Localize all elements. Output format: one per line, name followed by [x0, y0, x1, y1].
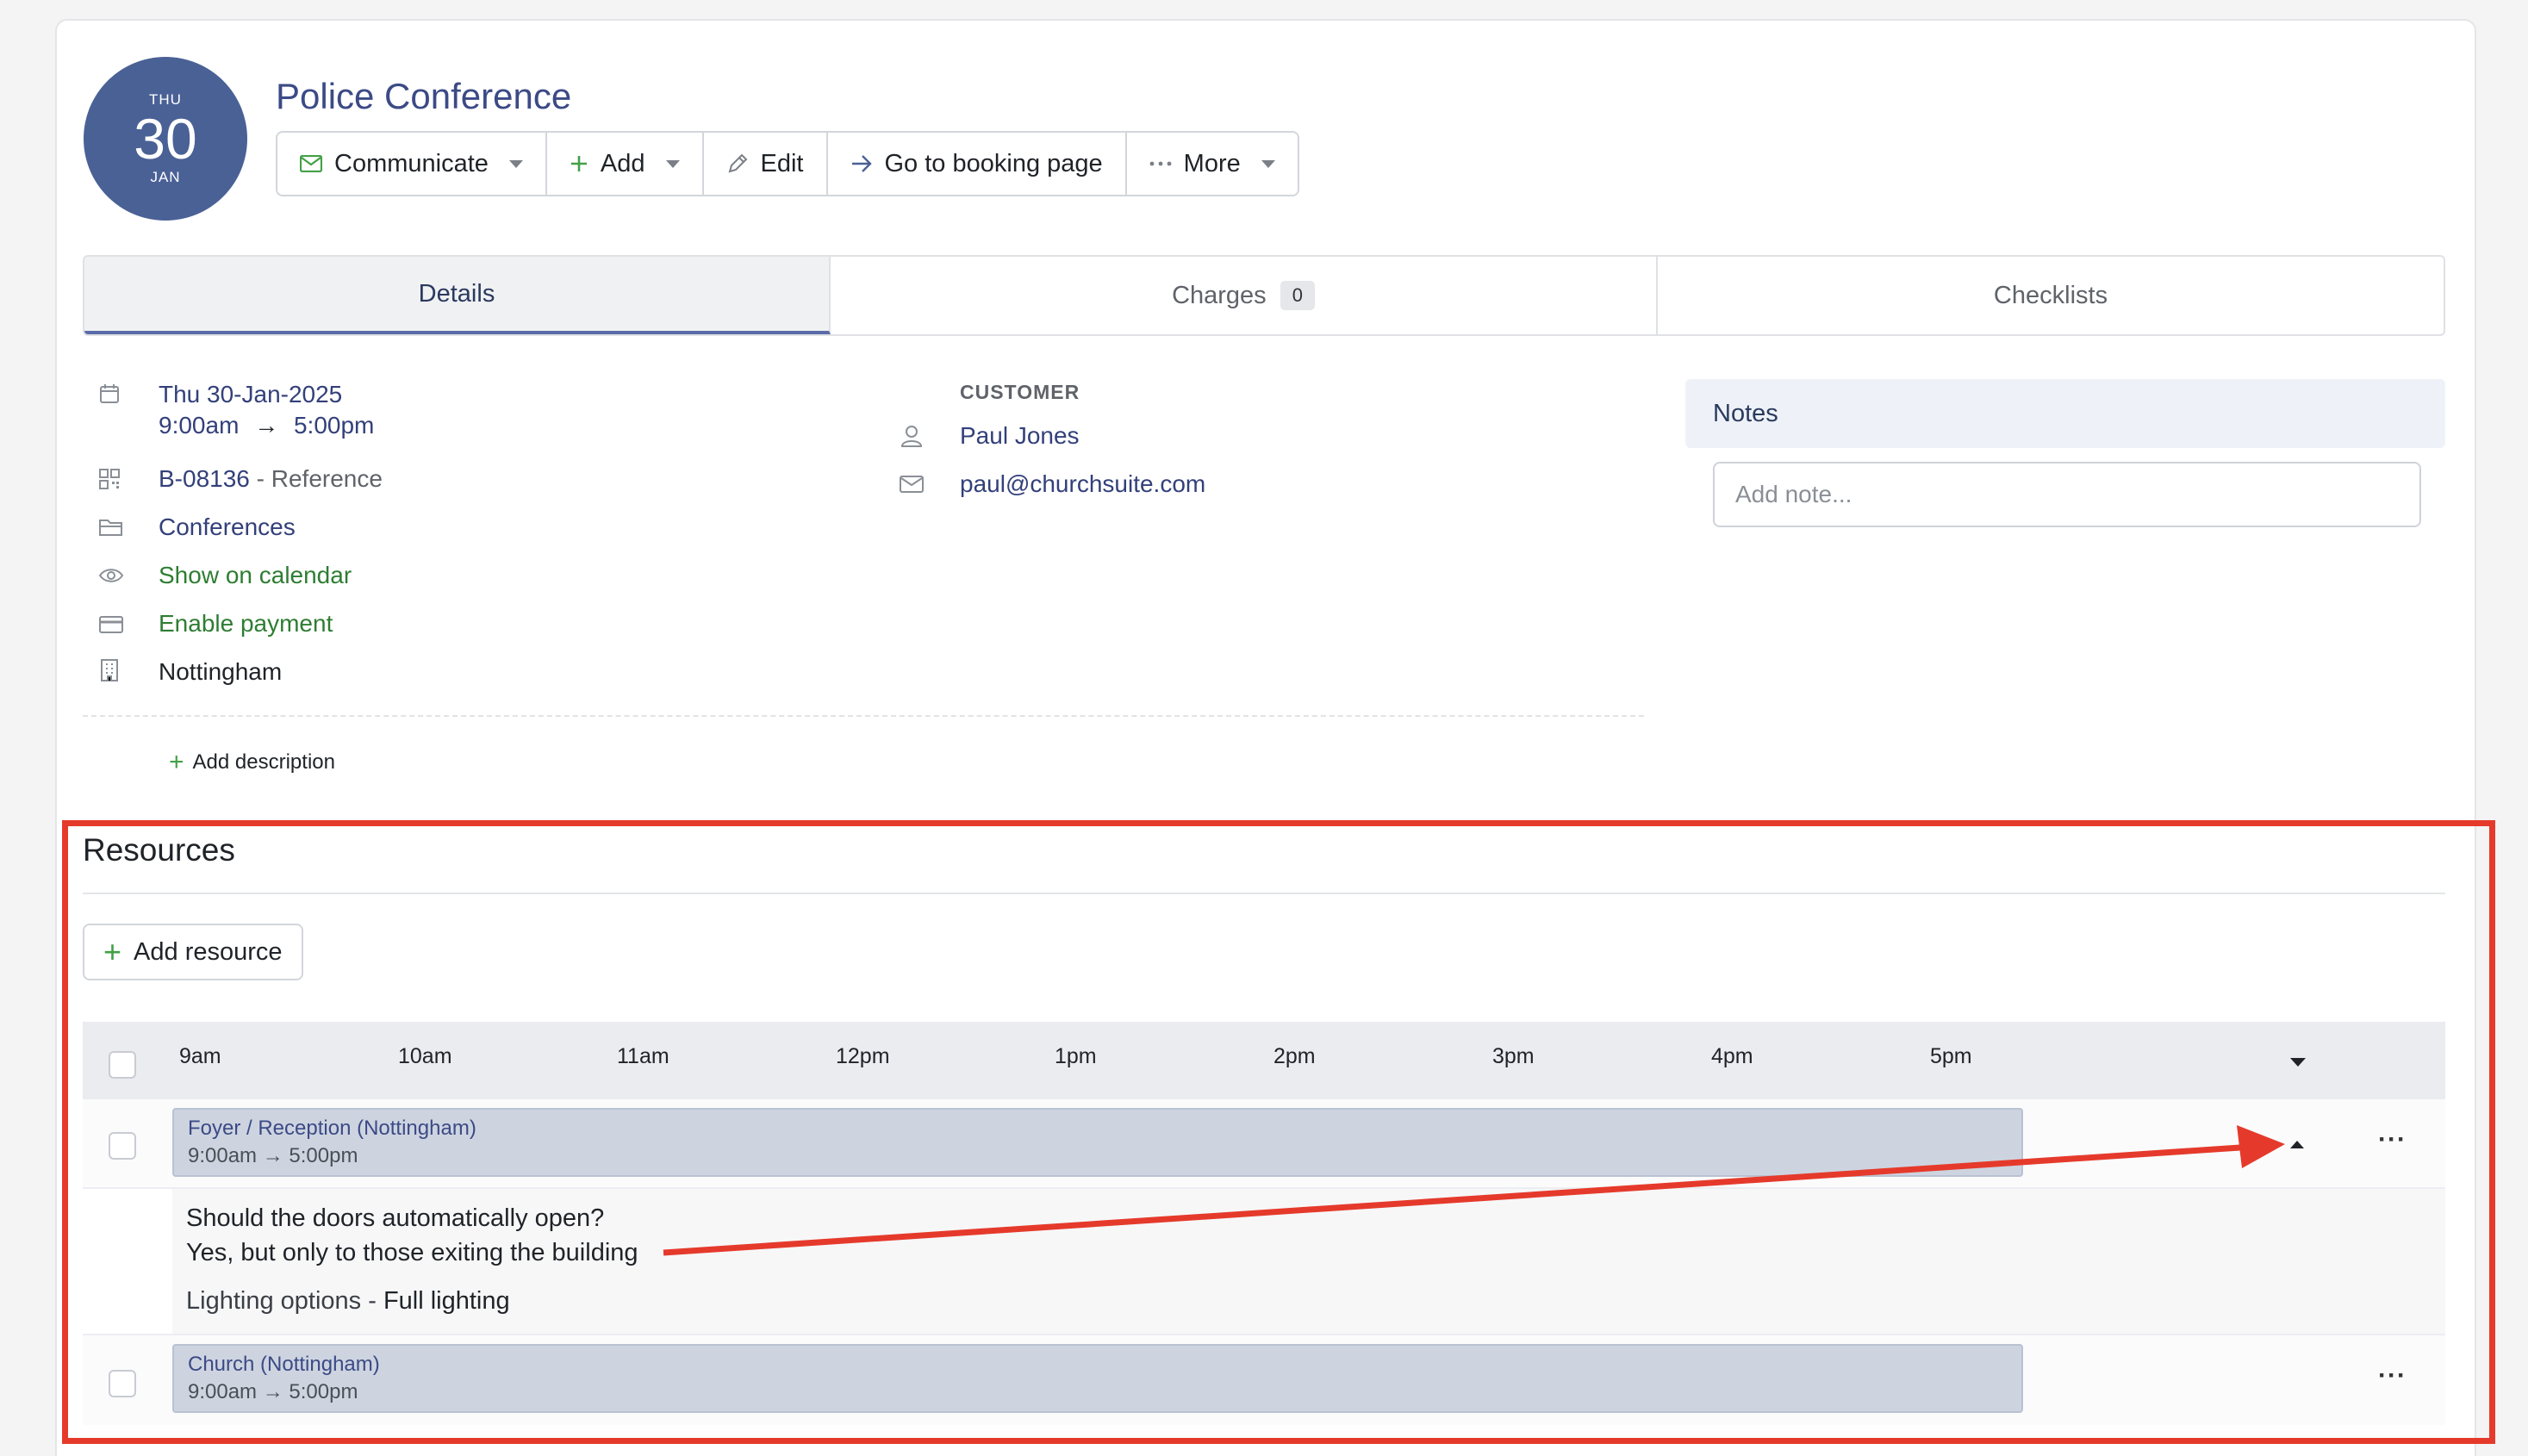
annotation-arrow-icon [663, 1125, 2285, 1256]
